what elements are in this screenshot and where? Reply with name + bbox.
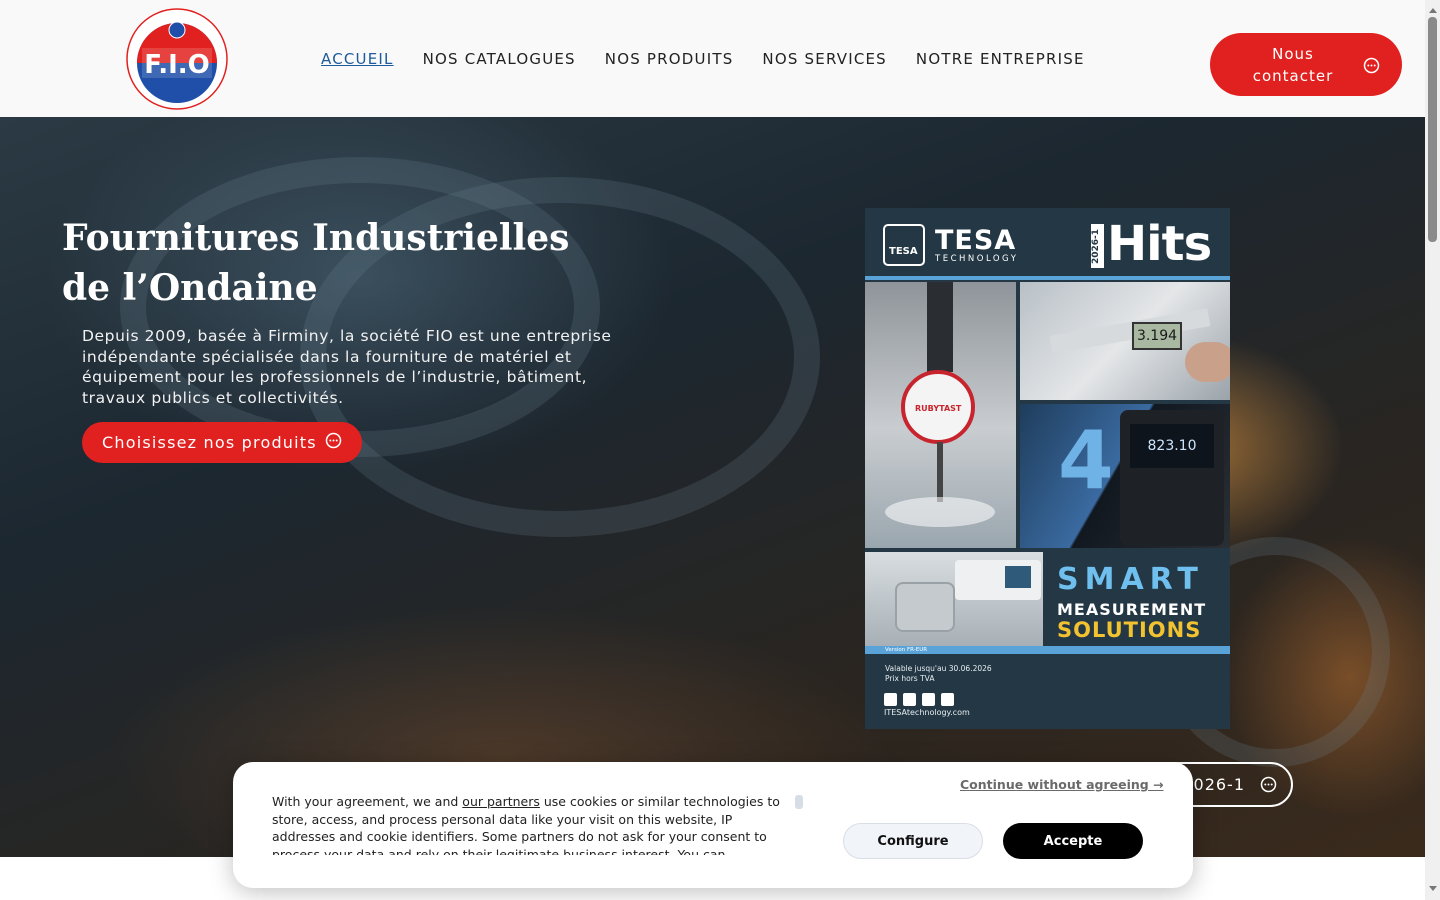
nav-item-services[interactable]: NOS SERVICES xyxy=(762,50,886,68)
main-nav: ACCUEIL NOS CATALOGUES NOS PRODUITS NOS … xyxy=(321,50,1114,68)
contact-button-label: Nous contacter xyxy=(1252,44,1334,85)
smart-measurement-block: SMART MEASUREMENT SOLUTIONS xyxy=(1043,552,1230,646)
nav-item-produits[interactable]: NOS PRODUITS xyxy=(605,50,734,68)
smart-line2: MEASUREMENT xyxy=(1057,600,1207,619)
youtube-icon xyxy=(941,693,954,706)
chat-bubble-icon xyxy=(325,432,342,453)
catalog-year-tag: 2026-1 xyxy=(1091,224,1104,268)
cookie-text: With your agreement, we and our partners… xyxy=(272,794,780,855)
catalog-stripe xyxy=(865,276,1230,280)
caliper-photo: 3.194 xyxy=(1020,282,1230,400)
choose-products-button[interactable]: Choisissez nos produits xyxy=(82,422,362,463)
nav-item-catalogues[interactable]: NOS CATALOGUES xyxy=(423,50,576,68)
caliper-body xyxy=(1049,308,1211,354)
choose-products-label: Choisissez nos produits xyxy=(102,433,317,452)
dial-indicator-photo: RUBYTAST xyxy=(865,282,1016,548)
smart-line1: SMART xyxy=(1057,562,1204,597)
continue-without-agreeing-link[interactable]: Continue without agreeing → xyxy=(960,777,1164,792)
configure-button[interactable]: Configure xyxy=(843,823,983,859)
x-icon xyxy=(922,693,935,706)
catalog-hits-title: Hits xyxy=(1107,216,1212,272)
dial-gauge: RUBYTAST xyxy=(901,370,975,444)
catalog-version: Version FR-EUR xyxy=(885,647,928,653)
partners-link[interactable]: our partners xyxy=(462,794,540,809)
hero-section: Fournitures Industrielles de l’Ondaine D… xyxy=(0,117,1425,857)
smart-line3: SOLUTIONS xyxy=(1057,618,1202,642)
page-scrollbar[interactable] xyxy=(1425,0,1440,900)
site-header: F.I.O ACCUEIL NOS CATALOGUES NOS PRODUIT… xyxy=(0,0,1425,117)
scrollbar-thumb[interactable] xyxy=(1428,17,1437,242)
chat-bubble-icon xyxy=(1260,776,1277,797)
scroll-down-arrow-icon[interactable] xyxy=(1429,886,1437,891)
measuring-device: 823.10 xyxy=(1120,410,1224,546)
nav-item-entreprise[interactable]: NOTRE ENTREPRISE xyxy=(916,50,1085,68)
device-display: 823.10 xyxy=(1130,424,1214,468)
logo-text: F.I.O xyxy=(144,50,209,80)
cookie-text-scrollbar[interactable] xyxy=(795,795,803,809)
nav-item-accueil[interactable]: ACCUEIL xyxy=(321,50,394,68)
catalog-header: TESA TESA TECHNOLOGY 2026-1 Hits xyxy=(865,208,1230,278)
catalog-cover-image[interactable]: TESA TESA TECHNOLOGY 2026-1 Hits RUBYTAS… xyxy=(865,208,1230,729)
chat-bubble-icon xyxy=(1363,57,1380,78)
hero-title: Fournitures Industrielles de l’Ondaine xyxy=(62,217,570,309)
catalog-social-icons xyxy=(884,693,954,706)
roughness-tester-photo xyxy=(865,552,1043,646)
linkedin-icon xyxy=(903,693,916,706)
catalog-brand: TESA xyxy=(935,225,1017,256)
accept-button[interactable]: Accepte xyxy=(1003,823,1143,859)
fio-logo[interactable]: F.I.O xyxy=(124,6,230,112)
facebook-icon xyxy=(884,693,897,706)
tesa-logo-icon: TESA xyxy=(883,224,925,266)
contact-button[interactable]: Nous contacter xyxy=(1210,33,1402,96)
catalog-url: ITESAtechnology.com xyxy=(884,708,970,717)
measuring-device-photo: 4 823.10 xyxy=(1020,404,1230,548)
hero-description: Depuis 2009, basée à Firminy, la société… xyxy=(82,327,612,407)
scroll-up-arrow-icon[interactable] xyxy=(1429,8,1437,13)
catalog-brand-sub: TECHNOLOGY xyxy=(935,254,1019,264)
catalog-validity: Valable jusqu'au 30.06.2026 Prix hors TV… xyxy=(885,664,992,683)
caliper-display: 3.194 xyxy=(1132,322,1182,350)
cookie-consent-banner: With your agreement, we and our partners… xyxy=(233,762,1193,888)
fio-logo-graphic: F.I.O xyxy=(126,8,228,110)
catalog-big-number: 4 xyxy=(1058,414,1114,507)
